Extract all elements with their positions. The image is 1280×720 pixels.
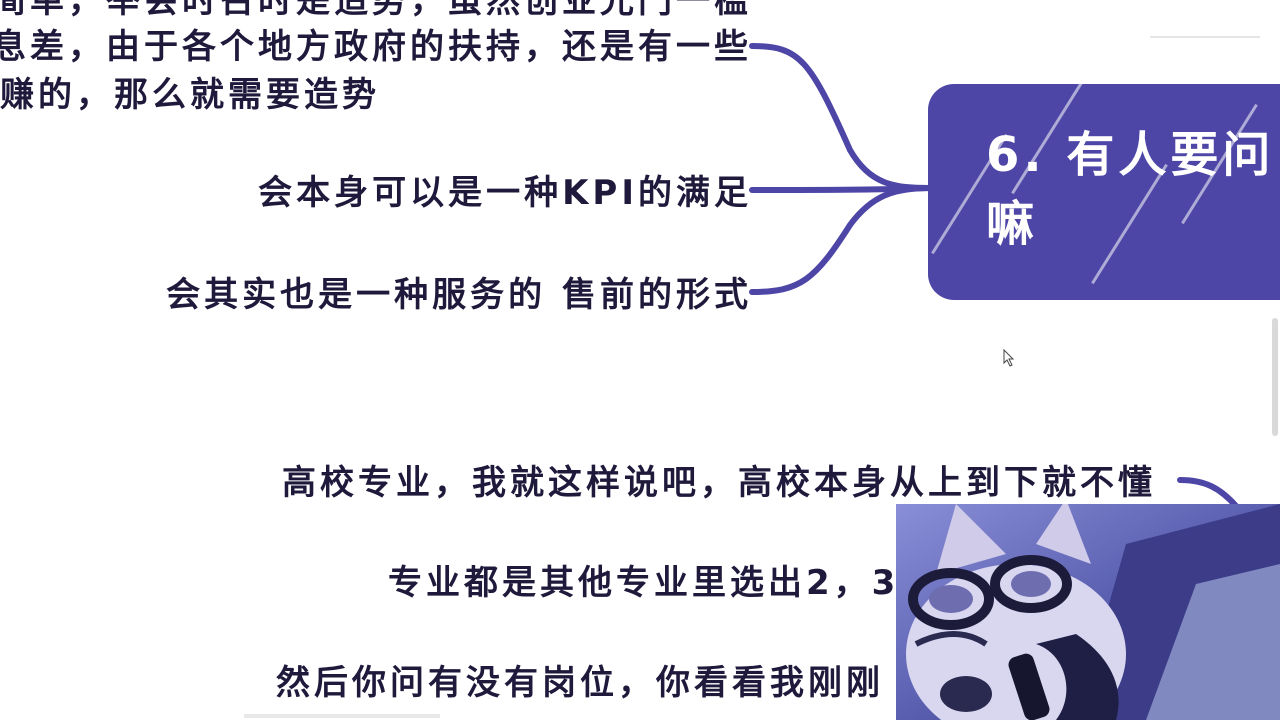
vertical-scrollbar[interactable] <box>1272 318 1278 436</box>
branch-top-line1: 简单，举会时召时是造势，虽然创业光门一槛 <box>0 0 752 21</box>
webcam-overlay <box>896 504 1280 720</box>
topic-title: 6. 有人要问 嘛 <box>986 127 1275 253</box>
mindmap-topic-node[interactable]: 6. 有人要问 嘛 <box>928 84 1280 300</box>
branch-top-line2: 息差，由于各个地方政府的扶持，还是有一些 <box>0 27 752 67</box>
connector-branch-presale <box>749 185 933 295</box>
branch-kpi-text: 会本身可以是一种KPI的满足 <box>258 173 752 213</box>
topic-title-line1: 6. 有人要问 <box>986 127 1275 183</box>
lower-line3: 然后你问有没有岗位，你看看我刚刚 <box>276 663 884 703</box>
top-divider <box>1150 36 1260 38</box>
connector-branch-top <box>749 43 933 191</box>
mouse-pointer-icon <box>1003 349 1015 367</box>
connector-lower <box>1177 477 1239 509</box>
topic-title-line2: 嘛 <box>986 196 1039 253</box>
branch-presale-text: 会其实也是一种服务的 售前的形式 <box>166 275 752 315</box>
branch-top-line3: 赚的，那么就需要造势 <box>0 75 380 115</box>
lower-line2: 专业都是其他专业里选出2，3 <box>388 563 900 603</box>
bottom-scroll-indicator <box>244 714 440 718</box>
shiba-avatar-icon <box>896 504 1280 720</box>
presentation-canvas: 简单，举会时召时是造势，虽然创业光门一槛 息差，由于各个地方政府的扶持，还是有一… <box>0 0 1280 720</box>
lower-line1: 高校专业，我就这样说吧，高校本身从上到下就不懂 <box>282 463 1156 503</box>
